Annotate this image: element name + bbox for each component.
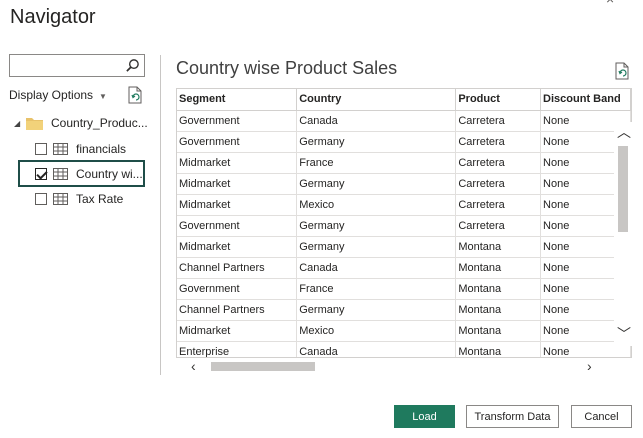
table-cell: Midmarket — [177, 194, 298, 216]
refresh-icon[interactable] — [127, 86, 143, 104]
table-cell: Mexico — [296, 194, 457, 216]
pane-divider[interactable] — [160, 55, 161, 375]
checkbox-country-wise[interactable] — [35, 168, 47, 180]
table-cell: Midmarket — [177, 152, 298, 174]
horizontal-scrollbar[interactable]: ‹ › — [177, 358, 614, 374]
search-icon[interactable] — [125, 58, 140, 73]
scroll-up-icon[interactable]: ︿ — [617, 122, 631, 142]
table-cell: Government — [177, 278, 298, 300]
table-row: Midmarket Mexico Carretera None — [177, 194, 631, 216]
table-cell: Carretera — [455, 131, 542, 153]
table-row: Midmarket France Carretera None — [177, 152, 631, 174]
table-cell: Carretera — [455, 173, 542, 195]
vertical-scroll-thumb[interactable] — [618, 146, 628, 232]
table-cell: Canada — [296, 110, 457, 132]
checkbox-tax-rate[interactable] — [35, 193, 47, 205]
table-cell: Carretera — [455, 110, 542, 132]
table-cell: Montana — [455, 299, 542, 321]
table-cell: Government — [177, 215, 298, 237]
table-cell: France — [296, 278, 457, 300]
tree-root-node[interactable]: ◢ Country_Produc... — [14, 116, 148, 130]
table-cell: Midmarket — [177, 173, 298, 195]
table-row: Channel Partners Germany Montana None — [177, 299, 631, 321]
table-cell: Enterprise — [177, 341, 298, 357]
tree-item-tax-rate[interactable]: Tax Rate — [35, 189, 123, 209]
table-cell: Canada — [296, 341, 457, 357]
table-row: Government Germany Carretera None — [177, 131, 631, 153]
column-header[interactable]: Segment — [177, 89, 298, 111]
table-row: Government Canada Carretera None — [177, 110, 631, 132]
table-cell: Carretera — [455, 152, 542, 174]
table-cell: Carretera — [455, 194, 542, 216]
table-cell: Germany — [296, 215, 457, 237]
preview-table: Segment Country Product Discount Band Go… — [177, 89, 631, 357]
table-cell: Government — [177, 131, 298, 153]
scroll-right-icon[interactable]: › — [587, 358, 592, 374]
table-icon — [53, 143, 68, 155]
table-cell: Montana — [455, 236, 542, 258]
table-cell: Midmarket — [177, 320, 298, 342]
table-header-row: Segment Country Product Discount Band — [177, 89, 631, 111]
search-input[interactable] — [10, 55, 120, 76]
expand-triangle-icon[interactable]: ◢ — [14, 119, 24, 128]
table-cell: Carretera — [455, 215, 542, 237]
table-row: Channel Partners Canada Montana None — [177, 257, 631, 279]
table-icon — [53, 168, 68, 180]
table-cell: Channel Partners — [177, 299, 298, 321]
close-icon[interactable]: × — [606, 0, 614, 7]
table-cell: Mexico — [296, 320, 457, 342]
table-row: Midmarket Germany Montana None — [177, 236, 631, 258]
table-cell: Government — [177, 110, 298, 132]
table-row: Enterprise Canada Montana None — [177, 341, 631, 357]
table-cell: Montana — [455, 341, 542, 357]
horizontal-scroll-thumb[interactable] — [211, 362, 315, 371]
tree-item-label: financials — [76, 142, 127, 156]
window-title: Navigator — [10, 6, 96, 28]
table-cell: Germany — [296, 131, 457, 153]
checkbox-financials[interactable] — [35, 143, 47, 155]
table-cell: Channel Partners — [177, 257, 298, 279]
cancel-button[interactable]: Cancel — [571, 405, 632, 428]
table-cell: Montana — [455, 320, 542, 342]
scroll-down-icon[interactable]: ﹀ — [617, 324, 631, 344]
tree-item-financials[interactable]: financials — [35, 139, 126, 159]
tree-item-label: Country wi... — [76, 167, 143, 181]
table-cell: France — [296, 152, 457, 174]
table-icon — [53, 193, 68, 205]
table-cell: Midmarket — [177, 236, 298, 258]
preview-title: Country wise Product Sales — [176, 58, 398, 78]
display-options-dropdown[interactable]: Display Options ▼ — [9, 88, 107, 102]
table-cell: Montana — [455, 257, 542, 279]
table-row: Midmarket Mexico Montana None — [177, 320, 631, 342]
table-cell: Canada — [296, 257, 457, 279]
table-row: Government Germany Carretera None — [177, 215, 631, 237]
caret-down-icon: ▼ — [99, 92, 107, 101]
vertical-scrollbar[interactable]: ︿ ﹀ — [614, 122, 632, 346]
table-cell: Germany — [296, 236, 457, 258]
column-header[interactable]: Country — [296, 89, 457, 111]
tree-root-label: Country_Produc... — [51, 116, 148, 130]
tree-item-country-wise[interactable]: Country wi... — [35, 164, 143, 184]
folder-icon — [26, 117, 43, 130]
transform-data-button[interactable]: Transform Data — [466, 405, 559, 428]
load-button[interactable]: Load — [394, 405, 455, 428]
column-header[interactable]: Discount Band — [540, 89, 631, 111]
table-cell: Germany — [296, 173, 457, 195]
preview-table-container: Segment Country Product Discount Band Go… — [176, 88, 632, 358]
table-row: Midmarket Germany Carretera None — [177, 173, 631, 195]
table-row: Government France Montana None — [177, 278, 631, 300]
column-header[interactable]: Product — [455, 89, 542, 111]
scroll-left-icon[interactable]: ‹ — [191, 358, 196, 374]
display-options-label: Display Options — [9, 88, 94, 102]
search-box[interactable] — [9, 54, 145, 77]
tree-item-label: Tax Rate — [76, 192, 124, 206]
refresh-preview-icon[interactable] — [614, 62, 630, 80]
table-cell: Montana — [455, 278, 542, 300]
table-cell: Germany — [296, 299, 457, 321]
